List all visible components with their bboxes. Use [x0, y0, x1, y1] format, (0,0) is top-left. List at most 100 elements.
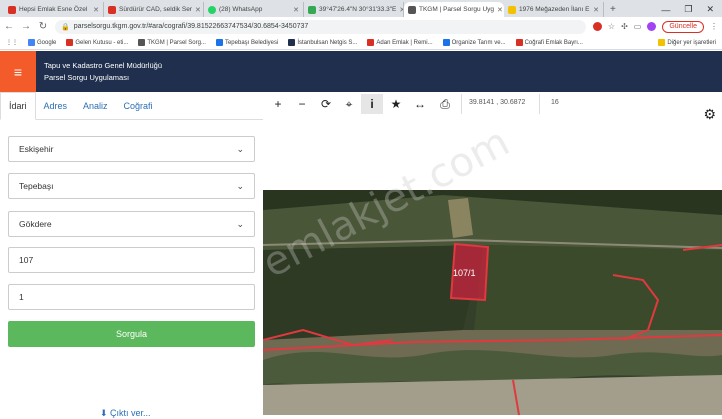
tab-label: 39°47'26.4"N 30°31'33.3"E	[319, 6, 397, 13]
measure-button[interactable]: ↔	[409, 94, 431, 114]
query-panel: İdari Adres Analiz Coğrafi Eskişehir ⌄ Te…	[0, 92, 263, 418]
bookmark-item[interactable]: Google	[28, 39, 56, 46]
favorite-button[interactable]: ★	[385, 94, 407, 114]
browser-tab-5[interactable]: 1976 Meğazeden İlanı E ✕	[504, 2, 604, 17]
whatsapp-icon	[208, 5, 216, 14]
browser-tab-0[interactable]: Hepsi Emlak Esne Özel ✕	[4, 2, 104, 17]
apps-icon[interactable]: ⋮⋮	[6, 39, 18, 46]
tab-analiz[interactable]: Analiz	[75, 92, 116, 119]
il-value: Eskişehir	[19, 144, 54, 154]
back-icon[interactable]: ←	[4, 21, 14, 32]
close-icon[interactable]: ✕	[195, 6, 201, 14]
address-bar-row: ← → ↻ 🔒 parselsorgu.tkgm.gov.tr/#ara/cog…	[0, 17, 722, 36]
bookmark-label: Organize Tarım ve...	[451, 39, 506, 46]
opera-icon[interactable]	[592, 22, 602, 31]
hamburger-menu-button[interactable]: ≡	[0, 51, 36, 92]
tab-cografi[interactable]: Coğrafi	[116, 92, 161, 119]
url-input[interactable]: 🔒 parselsorgu.tkgm.gov.tr/#ara/cografi/3…	[55, 19, 586, 34]
netgis-icon	[288, 39, 296, 46]
zoom-out-button[interactable]: −	[291, 94, 313, 114]
ilce-select[interactable]: Tepebaşı ⌄	[8, 173, 255, 199]
il-select[interactable]: Eskişehir ⌄	[8, 136, 255, 162]
crosshair-icon: ⌖	[345, 96, 353, 111]
other-bookmarks[interactable]: Diğer yer işaretleri	[658, 39, 716, 46]
puzzle-icon[interactable]: ✣	[621, 22, 628, 31]
divider	[461, 94, 462, 114]
locate-button[interactable]: ⌖	[338, 94, 360, 114]
ada-value: 107	[19, 255, 34, 265]
bookmark-item[interactable]: Tepebaşı Belediyesi	[215, 39, 278, 46]
ilce-value: Tepebaşı	[19, 181, 54, 191]
bookmark-item[interactable]: Adan Emlak | Remi...	[367, 39, 433, 46]
info-icon: i	[370, 97, 374, 111]
maximize-icon[interactable]: ❐	[684, 4, 692, 15]
app-title-line1: Tapu ve Kadastro Genel Müdürlüğü	[44, 60, 162, 70]
bookmark-label: Diğer yer işaretleri	[667, 39, 716, 46]
extensions: ☆ ✣ ▭ Güncelle ⋮	[592, 20, 718, 33]
print-icon: ⎙	[440, 96, 450, 111]
mahalle-value: Gökdere	[19, 219, 52, 229]
ada-input[interactable]: 107	[8, 247, 255, 273]
refresh-icon: ⟳	[320, 97, 332, 111]
refresh-button[interactable]: ⟳	[315, 94, 337, 114]
parsel-input[interactable]: 1	[8, 284, 255, 310]
maps-pin-icon	[308, 5, 316, 14]
close-icon[interactable]: ✕	[497, 6, 503, 14]
zoom-level: 16	[551, 99, 559, 106]
hamburger-icon: ≡	[13, 63, 23, 80]
bookmark-label: Gelen Kutusu - eti...	[75, 39, 129, 46]
divider	[539, 94, 540, 114]
star-icon: ★	[390, 97, 402, 111]
bookmark-item[interactable]: İstanbulsan Netgis S...	[288, 39, 357, 46]
tab-favicon-icon	[108, 5, 116, 14]
tab-label: Sürdürür CAD, seldik Ser	[119, 6, 192, 13]
close-icon[interactable]: ✕	[293, 6, 299, 14]
forward-icon[interactable]: →	[21, 21, 31, 32]
zoom-in-button[interactable]: +	[267, 94, 289, 114]
info-button[interactable]: i	[361, 94, 383, 114]
browser-tab-4[interactable]: TKGM | Parsel Sorgu Uyg ✕	[404, 2, 504, 17]
browser-tab-1[interactable]: Sürdürür CAD, seldik Ser ✕	[104, 2, 204, 17]
google-icon	[28, 39, 35, 46]
sidebar-icon[interactable]: ▭	[634, 22, 642, 31]
close-window-icon[interactable]: ✕	[706, 4, 714, 15]
lock-icon: 🔒	[61, 23, 70, 31]
tab-adres[interactable]: Adres	[36, 92, 76, 119]
browser-tab-3[interactable]: 39°47'26.4"N 30°31'33.3"E✕	[304, 2, 404, 17]
close-icon[interactable]: ✕	[593, 6, 599, 14]
output-link[interactable]: ⬇ Çıktı ver...	[100, 408, 151, 419]
new-tab-button[interactable]: +	[604, 2, 622, 17]
cografi-icon	[515, 39, 523, 46]
app-title-line2: Parsel Sorgu Uygulaması	[44, 72, 130, 82]
browser-tab-2[interactable]: (28) WhatsApp ✕	[204, 2, 304, 17]
print-button[interactable]: ⎙	[434, 94, 456, 114]
minimize-icon[interactable]: —	[661, 5, 670, 15]
bookmark-item[interactable]: Coğrafi Emlak Bayrı...	[515, 39, 583, 46]
bookmark-item[interactable]: Gelen Kutusu - eti...	[66, 39, 128, 46]
gmail-icon	[66, 39, 74, 46]
realestate-icon	[367, 39, 375, 46]
bookmark-item[interactable]: Organize Tarım ve...	[442, 39, 506, 46]
tab-label: Hepsi Emlak Esne Özel	[19, 6, 88, 13]
bookmark-label: Coğrafi Emlak Bayrı...	[524, 39, 583, 46]
avatar[interactable]	[647, 22, 657, 31]
reload-icon[interactable]: ↻	[38, 21, 48, 32]
bookmark-item[interactable]: TKGM | Parsel Sorg...	[138, 39, 206, 46]
menu-icon[interactable]: ⋮	[710, 22, 718, 31]
tkgm-icon	[138, 39, 146, 46]
bookmark-label: İstanbulsan Netgis S...	[297, 39, 358, 46]
app-title: Tapu ve Kadastro Genel Müdürlüğü Parsel …	[44, 60, 162, 84]
minus-icon: −	[298, 97, 306, 111]
update-button[interactable]: Güncelle	[662, 20, 704, 33]
settings-gear-icon[interactable]: ⚙	[703, 106, 716, 123]
bookmark-label: TKGM | Parsel Sorg...	[147, 39, 206, 46]
close-icon[interactable]: ✕	[93, 6, 99, 14]
mahalle-select[interactable]: Gökdere ⌄	[8, 211, 255, 237]
app-header: ≡ Tapu ve Kadastro Genel Müdürlüğü Parse…	[0, 51, 722, 92]
sorgula-button[interactable]: Sorgula	[8, 321, 255, 347]
municipality-icon	[215, 39, 223, 46]
chevron-down-icon: ⌄	[236, 180, 244, 191]
star-icon[interactable]: ☆	[608, 22, 615, 31]
tab-idari[interactable]: İdari	[0, 92, 36, 120]
panel-tabs: İdari Adres Analiz Coğrafi	[0, 92, 263, 120]
